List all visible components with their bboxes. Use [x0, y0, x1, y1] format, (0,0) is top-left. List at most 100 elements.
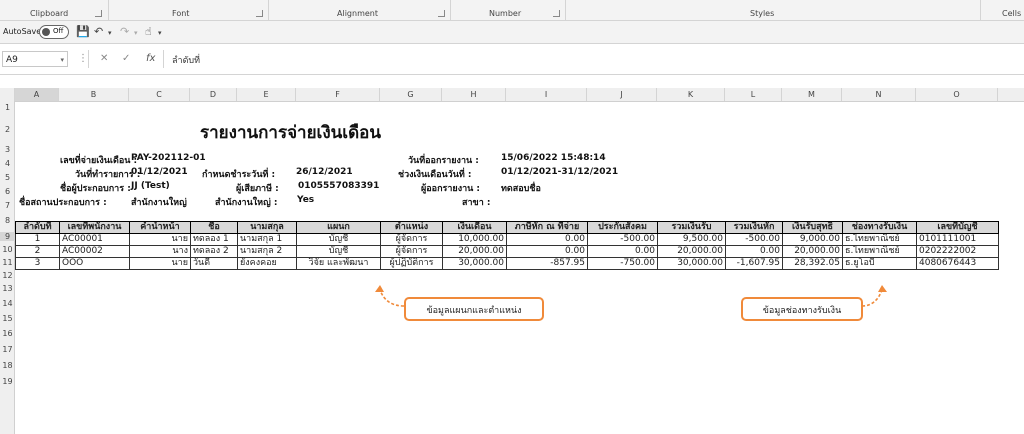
cell-last-name[interactable]: ยังคงคอย	[237, 257, 297, 270]
row-header-15[interactable]: 15	[0, 314, 15, 323]
row-header-13[interactable]: 13	[0, 284, 15, 293]
cell-department[interactable]: บัญชี	[296, 245, 381, 258]
cell-total-income[interactable]: 9,500.00	[657, 233, 726, 246]
cell-social-security[interactable]: -500.00	[587, 233, 658, 246]
column-header-h[interactable]: H	[442, 88, 506, 101]
cell-payment-channel[interactable]: ธ.ยูโอบี	[842, 257, 917, 270]
cell-last-name[interactable]: นามสกุล 1	[237, 233, 297, 246]
column-header-n[interactable]: N	[842, 88, 916, 101]
column-header-f[interactable]: F	[296, 88, 380, 101]
column-header-l[interactable]: L	[725, 88, 782, 101]
row-header-12[interactable]: 12	[0, 271, 15, 280]
column-header-d[interactable]: D	[190, 88, 237, 101]
cell-total-deduction[interactable]: 0.00	[725, 245, 783, 258]
cancel-icon[interactable]: ✕	[100, 53, 108, 64]
cell-net-pay[interactable]: 9,000.00	[782, 233, 843, 246]
ribbon-group-clipboard[interactable]: Clipboard	[30, 9, 68, 18]
row-header-17[interactable]: 17	[0, 345, 15, 354]
cell-withholding-tax[interactable]: -857.95	[506, 257, 588, 270]
cell-prefix[interactable]: นาง	[129, 245, 191, 258]
ribbon-group-number[interactable]: Number	[489, 9, 521, 18]
ribbon-group-font[interactable]: Font	[172, 9, 189, 18]
ribbon-group-cells[interactable]: Cells	[1002, 9, 1021, 18]
row-header-5[interactable]: 5	[0, 173, 15, 182]
cell-department[interactable]: บัญชี	[296, 233, 381, 246]
cell-seq[interactable]: 2	[15, 245, 60, 258]
cell-net-pay[interactable]: 20,000.00	[782, 245, 843, 258]
cell-department[interactable]: วิจัย และพัฒนา	[296, 257, 381, 270]
header-prefix[interactable]: คำนำหน้า	[129, 221, 191, 234]
column-header-c[interactable]: C	[129, 88, 190, 101]
cell-payment-channel[interactable]: ธ.ไทยพาณิชย์	[842, 245, 917, 258]
select-all-corner[interactable]	[0, 88, 15, 101]
autosave-toggle[interactable]: Off	[39, 25, 69, 39]
touch-mode-icon[interactable]: ☝	[145, 25, 152, 38]
header-total-deduction[interactable]: รวมเงินหัก	[725, 221, 783, 234]
alignment-launcher-icon[interactable]	[438, 10, 445, 17]
cell-account-no[interactable]: 0101111001	[916, 233, 999, 246]
cell-account-no[interactable]: 0202222002	[916, 245, 999, 258]
row-header-9[interactable]: 9	[0, 232, 15, 241]
name-box[interactable]: A9 ▾	[2, 51, 68, 67]
header-payment-channel[interactable]: ช่องทางรับเงิน	[842, 221, 917, 234]
redo-dropdown-icon[interactable]: ▾	[134, 29, 138, 37]
cell-emp-id[interactable]: AC00001	[59, 233, 130, 246]
cell-salary[interactable]: 30,000.00	[442, 257, 507, 270]
ribbon-group-styles[interactable]: Styles	[750, 9, 774, 18]
header-last-name[interactable]: นามสกุล	[237, 221, 297, 234]
row-header-11[interactable]: 11	[0, 258, 15, 267]
cell-social-security[interactable]: -750.00	[587, 257, 658, 270]
row-header-16[interactable]: 16	[0, 329, 15, 338]
row-header-1[interactable]: 1	[0, 103, 15, 112]
column-header-a[interactable]: A	[15, 88, 59, 101]
header-emp-id[interactable]: เลขที่พนักงาน	[59, 221, 130, 234]
column-header-o[interactable]: O	[916, 88, 998, 101]
insert-function-icon[interactable]: fx	[146, 53, 155, 64]
row-header-14[interactable]: 14	[0, 299, 15, 308]
clipboard-launcher-icon[interactable]	[95, 10, 102, 17]
worksheet-grid[interactable]: A B C D E F G H I J K L M N O 1 2 3 4 5 …	[0, 88, 1024, 434]
column-header-i[interactable]: I	[506, 88, 587, 101]
row-header-19[interactable]: 19	[0, 377, 15, 386]
row-header-10[interactable]: 10	[0, 245, 15, 254]
cell-first-name[interactable]: ทดลอง 2	[190, 245, 238, 258]
cell-withholding-tax[interactable]: 0.00	[506, 245, 588, 258]
cell-total-income[interactable]: 30,000.00	[657, 257, 726, 270]
row-header-4[interactable]: 4	[0, 159, 15, 168]
header-seq[interactable]: ลำดับที่	[15, 221, 60, 234]
more-options-icon[interactable]: ⋮	[78, 53, 88, 64]
header-first-name[interactable]: ชื่อ	[190, 221, 238, 234]
header-department[interactable]: แผนก	[296, 221, 381, 234]
cell-last-name[interactable]: นามสกุล 2	[237, 245, 297, 258]
row-header-18[interactable]: 18	[0, 361, 15, 370]
cell-position[interactable]: ผู้ปฏิบัติการ	[380, 257, 443, 270]
redo-icon[interactable]: ↷	[120, 25, 129, 38]
column-header-b[interactable]: B	[59, 88, 129, 101]
cell-position[interactable]: ผู้จัดการ	[380, 233, 443, 246]
column-header-e[interactable]: E	[237, 88, 296, 101]
cell-first-name[interactable]: วันดี	[190, 257, 238, 270]
number-launcher-icon[interactable]	[553, 10, 560, 17]
formula-input[interactable]: ลำดับที่	[172, 53, 200, 67]
undo-dropdown-icon[interactable]: ▾	[108, 29, 112, 37]
header-withholding-tax[interactable]: ภาษีหัก ณ ที่จ่าย	[506, 221, 588, 234]
cell-prefix[interactable]: นาย	[129, 233, 191, 246]
cell-first-name[interactable]: ทดลอง 1	[190, 233, 238, 246]
cell-salary[interactable]: 20,000.00	[442, 245, 507, 258]
header-salary[interactable]: เงินเดือน	[442, 221, 507, 234]
cell-net-pay[interactable]: 28,392.05	[782, 257, 843, 270]
cell-total-deduction[interactable]: -1,607.95	[725, 257, 783, 270]
cell-seq[interactable]: 3	[15, 257, 60, 270]
row-header-8[interactable]: 8	[0, 216, 15, 225]
undo-icon[interactable]: ↶	[94, 25, 103, 38]
column-header-k[interactable]: K	[657, 88, 725, 101]
header-total-income[interactable]: รวมเงินรับ	[657, 221, 726, 234]
header-account-no[interactable]: เลขที่บัญชี	[916, 221, 999, 234]
cell-total-deduction[interactable]: -500.00	[725, 233, 783, 246]
cell-account-no[interactable]: 4080676443	[916, 257, 999, 270]
header-social-security[interactable]: ประกันสังคม	[587, 221, 658, 234]
enter-icon[interactable]: ✓	[122, 53, 130, 64]
row-header-3[interactable]: 3	[0, 145, 15, 154]
name-box-dropdown-icon[interactable]: ▾	[60, 52, 64, 68]
cell-seq[interactable]: 1	[15, 233, 60, 246]
